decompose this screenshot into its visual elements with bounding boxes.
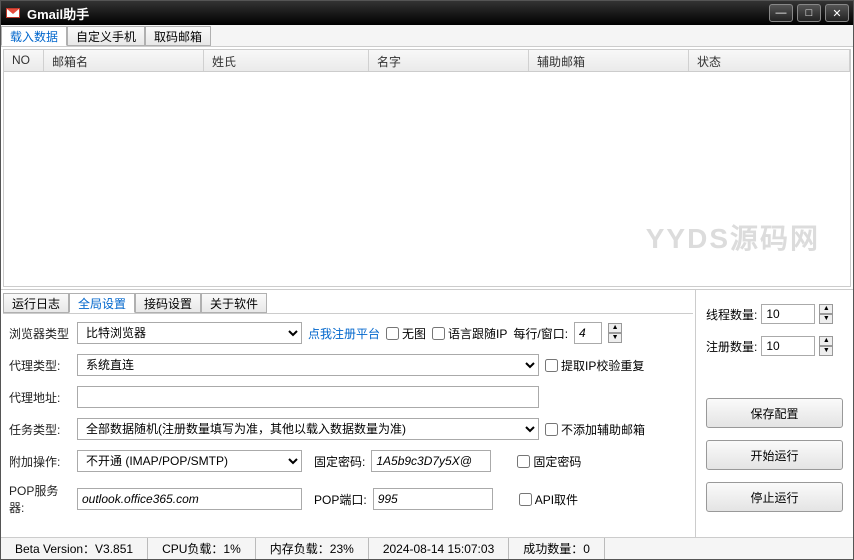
label-task-type: 任务类型: — [9, 421, 71, 438]
tab-load-data[interactable]: 载入数据 — [1, 26, 67, 46]
grid-header: NO 邮箱名 姓氏 名字 辅助邮箱 状态 — [4, 50, 850, 72]
col-firstname[interactable]: 名字 — [369, 50, 529, 71]
regcount-up[interactable]: ▲ — [819, 336, 833, 346]
status-mem: 内存负载：23% — [256, 538, 369, 559]
status-version: Beta Version：V3.851 — [1, 538, 148, 559]
maximize-button[interactable]: □ — [797, 4, 821, 22]
api-recv-label: API取件 — [535, 491, 578, 508]
gmail-icon — [5, 5, 21, 21]
label-extra-op: 附加操作: — [9, 453, 71, 470]
status-cpu: CPU负载：1% — [148, 538, 256, 559]
per-row-up[interactable]: ▲ — [608, 323, 622, 333]
regcount-label: 注册数量: — [706, 338, 757, 355]
stop-button[interactable]: 停止运行 — [706, 482, 843, 512]
register-link[interactable]: 点我注册平台 — [308, 325, 380, 342]
browser-select[interactable]: 比特浏览器 — [77, 322, 302, 344]
status-bar: Beta Version：V3.851 CPU负载：1% 内存负载：23% 20… — [1, 537, 853, 559]
threads-label: 线程数量: — [706, 306, 757, 323]
minimize-button[interactable]: — — [769, 4, 793, 22]
threads-down[interactable]: ▼ — [819, 314, 833, 324]
tab-sms-settings[interactable]: 接码设置 — [135, 293, 201, 313]
threads-up[interactable]: ▲ — [819, 304, 833, 314]
pop-port-input[interactable] — [373, 488, 493, 510]
ip-check-label: 提取IP校验重复 — [561, 357, 644, 374]
tab-about[interactable]: 关于软件 — [201, 293, 267, 313]
label-fix-pwd: 固定密码: — [314, 453, 365, 470]
no-aux-label: 不添加辅助邮箱 — [561, 421, 645, 438]
tab-fetch-mailbox[interactable]: 取码邮箱 — [145, 26, 211, 46]
label-pop-server: POP服务器: — [9, 482, 71, 516]
titlebar: Gmail助手 — □ ✕ — [1, 1, 853, 25]
col-no[interactable]: NO — [4, 50, 44, 71]
label-proxy-addr: 代理地址: — [9, 389, 71, 406]
no-aux-check[interactable] — [545, 423, 558, 436]
threads-input[interactable] — [761, 304, 815, 324]
data-grid: NO 邮箱名 姓氏 名字 辅助邮箱 状态 YYDS源码网 — [3, 49, 851, 287]
col-lastname[interactable]: 姓氏 — [204, 50, 369, 71]
extra-op-select[interactable]: 不开通 (IMAP/POP/SMTP) — [77, 450, 302, 472]
tab-global-settings[interactable]: 全局设置 — [69, 293, 135, 313]
task-type-select[interactable]: 全部数据随机(注册数量填写为准，其他以载入数据数量为准) — [77, 418, 539, 440]
per-row-label: 每行/窗口: — [513, 325, 568, 342]
label-proxy-type: 代理类型: — [9, 357, 71, 374]
ip-check-check[interactable] — [545, 359, 558, 372]
no-image-label: 无图 — [402, 325, 426, 342]
tab-custom-phone[interactable]: 自定义手机 — [67, 26, 145, 46]
right-panel: 线程数量: ▲▼ 注册数量: ▲▼ 保存配置 开始运行 停止运行 — [695, 290, 853, 537]
lang-ip-check[interactable] — [432, 327, 445, 340]
no-image-check[interactable] — [386, 327, 399, 340]
regcount-input[interactable] — [761, 336, 815, 356]
fix-pwd-chk-label: 固定密码 — [533, 453, 581, 470]
per-row-input[interactable] — [574, 322, 602, 344]
label-browser: 浏览器类型 — [9, 325, 71, 342]
pop-server-input[interactable] — [77, 488, 302, 510]
api-recv-check[interactable] — [519, 493, 532, 506]
col-mailbox[interactable]: 邮箱名 — [44, 50, 204, 71]
lang-ip-label: 语言跟随IP — [448, 325, 507, 342]
save-button[interactable]: 保存配置 — [706, 398, 843, 428]
start-button[interactable]: 开始运行 — [706, 440, 843, 470]
watermark: YYDS源码网 — [646, 217, 820, 257]
close-button[interactable]: ✕ — [825, 4, 849, 22]
proxy-addr-input[interactable] — [77, 386, 539, 408]
per-row-down[interactable]: ▼ — [608, 333, 622, 343]
label-pop-port: POP端口: — [314, 491, 367, 508]
fix-pwd-check[interactable] — [517, 455, 530, 468]
col-status[interactable]: 状态 — [689, 50, 850, 71]
tab-log[interactable]: 运行日志 — [3, 293, 69, 313]
top-tabs: 载入数据 自定义手机 取码邮箱 — [1, 25, 853, 47]
window-title: Gmail助手 — [27, 4, 769, 23]
col-aux-mail[interactable]: 辅助邮箱 — [529, 50, 689, 71]
status-success: 成功数量：0 — [509, 538, 605, 559]
proxy-type-select[interactable]: 系统直连 — [77, 354, 539, 376]
bottom-tabs: 运行日志 全局设置 接码设置 关于软件 — [3, 292, 693, 314]
regcount-down[interactable]: ▼ — [819, 346, 833, 356]
grid-body[interactable]: YYDS源码网 — [4, 72, 850, 286]
status-time: 2024-08-14 15:07:03 — [369, 538, 509, 559]
fix-pwd-input[interactable] — [371, 450, 491, 472]
